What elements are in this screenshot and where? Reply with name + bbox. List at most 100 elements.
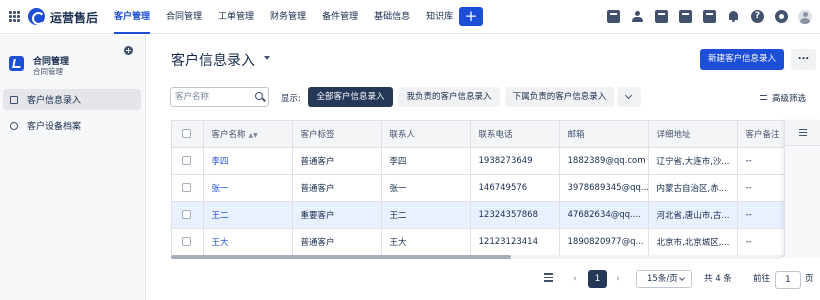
table-cell: 内蒙古自治区,赤... [648, 174, 738, 202]
top-icon-group: ? [596, 10, 812, 24]
sort-icon[interactable]: ▲▼ [249, 132, 258, 139]
table-cell: 北京市,北京城区,... [648, 228, 738, 256]
table-cell: 146749576 [470, 174, 560, 202]
table-cell: 普通客户 [292, 228, 382, 256]
table-cell: 张一 [381, 174, 471, 202]
table-cell: 12123123414 [470, 228, 560, 256]
list-menu-icon[interactable] [539, 271, 557, 289]
nav-item-finance[interactable]: 财务管理 [270, 0, 306, 34]
sidebar-add-icon[interactable]: + [124, 46, 133, 55]
sidebar-item-device-archive[interactable]: 客户设备档案 [3, 115, 141, 136]
row-checkbox-cell[interactable] [172, 147, 204, 175]
bell-icon[interactable] [727, 10, 740, 23]
main-nav: 客户管理 合同管理 工单管理 财务管理 备件管理 基础信息 知识库 [114, 0, 469, 34]
table-cell: 王大 [381, 228, 471, 256]
nav-item-contract[interactable]: 合同管理 [166, 0, 202, 34]
avatar[interactable] [798, 10, 812, 24]
goto-label: 前往 [753, 274, 771, 284]
sidebar-item-customer-info[interactable]: 客户信息录入 [3, 89, 141, 110]
table-row[interactable]: 李四 普通客户 李四 1938273649 1882389@qq.com 辽宁省… [172, 147, 820, 175]
table-cell: 辽宁省,大连市,沙... [648, 147, 738, 175]
nav-item-customer[interactable]: 客户管理 [114, 0, 151, 34]
new-record-button[interactable]: 新建客户信息录入 [700, 49, 784, 70]
table-row[interactable]: 张一 普通客户 张一 146749576 3978689345@qq... 内蒙… [172, 174, 820, 202]
filter-all[interactable]: 全部客户信息录入 [308, 87, 393, 107]
row-checkbox[interactable] [182, 182, 191, 192]
select-all-checkbox-cell[interactable] [172, 121, 204, 148]
table-cell: 普通客户 [292, 147, 382, 175]
total-count: 共 4 条 [704, 274, 732, 284]
column-settings-panel [784, 120, 820, 257]
row-checkbox-cell[interactable] [172, 201, 204, 229]
row-checkbox-cell[interactable] [172, 174, 204, 202]
column-header[interactable]: 联系电话 [470, 121, 560, 148]
advanced-filter-button[interactable]: 高级筛选 [772, 92, 806, 104]
table-cell: 王二 [381, 201, 471, 229]
filter-more-chevron-icon[interactable] [617, 87, 641, 107]
more-button[interactable]: ... [791, 49, 816, 70]
table-cell: 1938273649 [470, 147, 560, 175]
nav-item-basic-info[interactable]: 基础信息 [374, 0, 410, 34]
row-checkbox[interactable] [182, 155, 191, 165]
nav-item-spareparts[interactable]: 备件管理 [322, 0, 358, 34]
page-size-select[interactable]: 15条/页 [636, 270, 692, 288]
sidebar-item-label: 客户信息录入 [27, 96, 82, 106]
help-icon[interactable]: ? [751, 10, 764, 23]
chevron-down-icon[interactable] [264, 56, 270, 60]
column-header[interactable]: 邮箱 [559, 121, 649, 148]
checkbox-icon[interactable] [607, 10, 620, 23]
person-icon[interactable] [631, 10, 644, 23]
create-button[interactable]: + [459, 7, 483, 26]
select-all-checkbox[interactable] [182, 128, 191, 138]
customer-name-link[interactable]: 王大 [203, 228, 293, 256]
filter-mine[interactable]: 我负责的客户信息录入 [398, 87, 500, 107]
horizontal-scrollbar[interactable] [171, 255, 782, 259]
table-cell: 12324357868 [470, 201, 560, 229]
customer-name-link[interactable]: 王二 [203, 201, 293, 229]
table-header-row: 客户名称 ▲▼ 客户标签 联系人 联系电话 邮箱 详细地址 客户备注 [172, 121, 820, 148]
gear-icon[interactable] [775, 10, 788, 23]
top-navigation-bar: 运营售后 客户管理 合同管理 工单管理 财务管理 备件管理 基础信息 知识库 +… [0, 0, 820, 34]
sidebar: 合同管理 合同管理 + 客户信息录入 客户设备档案 [0, 35, 146, 300]
nav-item-workorder[interactable]: 工单管理 [218, 0, 254, 34]
table-cell: 1890820977@q... [559, 228, 649, 256]
customer-name-link[interactable]: 张一 [203, 174, 293, 202]
document-icon[interactable] [655, 10, 668, 23]
document-icon [10, 95, 18, 104]
table-row[interactable]: 王二 重要客户 王二 12324357868 47682634@qq.... 河… [172, 201, 820, 229]
data-table: 客户名称 ▲▼ 客户标签 联系人 联系电话 邮箱 详细地址 客户备注 李四 普通客… [171, 120, 820, 257]
project-icon [9, 56, 24, 71]
column-header[interactable]: 客户标签 [292, 121, 382, 148]
column-settings-icon[interactable] [799, 129, 807, 136]
row-checkbox[interactable] [182, 236, 191, 246]
current-page-button[interactable]: 1 [588, 270, 607, 288]
scrollbar-thumb[interactable] [171, 255, 511, 259]
column-header[interactable]: 联系人 [381, 121, 471, 148]
phone-icon[interactable] [679, 10, 692, 23]
page-title: 客户信息录入 [171, 53, 255, 69]
app-switcher-icon[interactable] [9, 11, 20, 22]
sidebar-item-label: 客户设备档案 [27, 122, 82, 132]
table-row[interactable]: 王大 普通客户 王大 12123123414 1890820977@q... 北… [172, 228, 820, 256]
nav-item-knowledge[interactable]: 知识库 [426, 0, 453, 34]
search-icon[interactable] [255, 92, 263, 100]
project-subtitle: 合同管理 [33, 67, 63, 76]
app-logo[interactable] [28, 8, 45, 25]
filter-icon[interactable] [760, 95, 767, 100]
row-checkbox-cell[interactable] [172, 228, 204, 256]
customer-name-link[interactable]: 李四 [203, 147, 293, 175]
next-page-icon[interactable]: › [613, 270, 623, 288]
column-header[interactable]: 详细地址 [648, 121, 738, 148]
column-header[interactable]: 客户名称 ▲▼ [203, 121, 293, 148]
prev-page-icon[interactable]: ‹ [570, 270, 580, 288]
app-name[interactable]: 运营售后 [50, 9, 98, 26]
page-suffix: 页 [805, 274, 814, 284]
table-cell: 47682634@qq.... [559, 201, 649, 229]
show-label: 显示: [281, 94, 301, 104]
table-cell: 河北省,唐山市,古... [648, 201, 738, 229]
calendar-icon[interactable] [703, 10, 716, 23]
goto-page-input[interactable]: 1 [775, 271, 801, 289]
row-checkbox[interactable] [182, 209, 191, 219]
filter-subordinates[interactable]: 下属负责的客户信息录入 [505, 87, 614, 107]
search-input[interactable] [175, 90, 251, 104]
